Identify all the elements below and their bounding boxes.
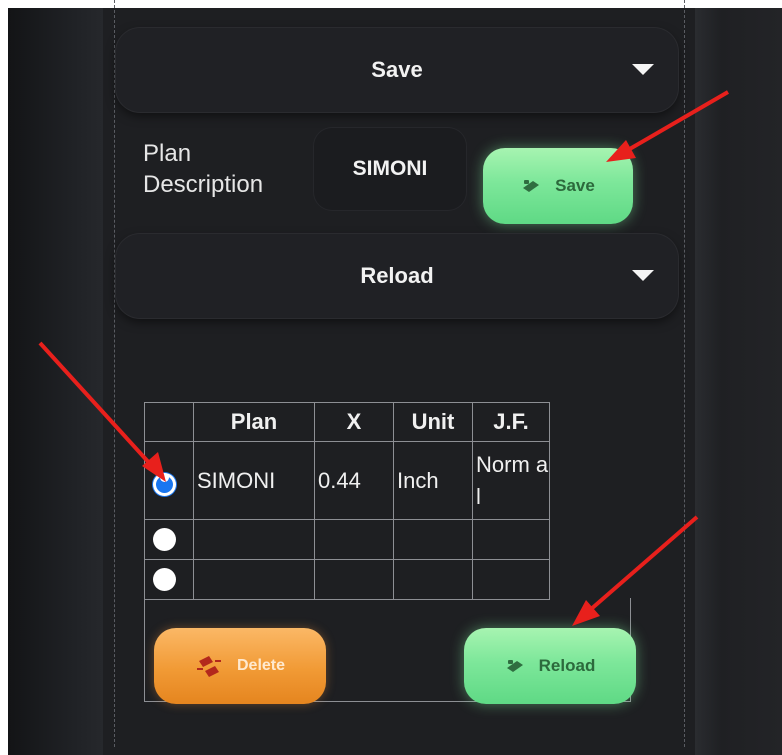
cell-jf xyxy=(472,519,550,560)
header-x: X xyxy=(314,402,394,442)
caret-down-icon xyxy=(632,270,654,281)
delete-button-label: Delete xyxy=(236,657,286,674)
cell-x: 0.44 xyxy=(314,441,394,520)
reload-button-label: Reload xyxy=(538,656,596,675)
reload-dropdown[interactable]: Reload xyxy=(116,234,678,318)
right-shade xyxy=(695,8,782,755)
cell-jf xyxy=(472,559,550,600)
panel-divider-right xyxy=(684,0,685,747)
cell-plan: SIMONI xyxy=(193,441,315,520)
cell-x xyxy=(314,519,394,560)
row-select-cell xyxy=(144,519,194,560)
cell-unit: Inch xyxy=(393,441,473,520)
save-dropdown[interactable]: Save xyxy=(116,28,678,112)
plan-description-input[interactable]: SIMONI xyxy=(314,128,466,210)
reload-button[interactable]: Reload xyxy=(464,628,636,704)
delete-icon xyxy=(196,656,221,677)
table-row[interactable] xyxy=(144,559,550,600)
plan-description-value: SIMONI xyxy=(352,157,428,180)
save-button[interactable]: Save xyxy=(483,148,633,224)
row-radio[interactable] xyxy=(153,472,176,496)
cell-unit xyxy=(393,519,473,560)
delete-button[interactable]: Delete xyxy=(154,628,326,704)
cell-jf: Norm al xyxy=(472,441,550,520)
header-select xyxy=(144,402,194,442)
table-row[interactable]: SIMONI 0.44 Inch Norm al xyxy=(144,441,550,520)
header-unit: Unit xyxy=(393,402,473,442)
caret-down-icon xyxy=(632,64,654,75)
header-plan: Plan xyxy=(193,402,315,442)
cell-plan xyxy=(193,559,315,600)
row-radio[interactable] xyxy=(153,528,176,551)
row-select-cell xyxy=(144,559,194,600)
reload-dropdown-label: Reload xyxy=(360,263,434,288)
tag-icon xyxy=(506,660,523,672)
plans-table: Plan X Unit J.F. SIMONI 0.44 Inch Norm a… xyxy=(144,402,550,600)
save-dropdown-label: Save xyxy=(371,57,423,82)
panel-divider-left xyxy=(114,0,115,747)
table-header-row: Plan X Unit J.F. xyxy=(144,402,550,442)
cell-unit xyxy=(393,559,473,600)
left-shade xyxy=(8,8,103,755)
cell-x xyxy=(314,559,394,600)
plan-description-label: Plan Description xyxy=(143,140,264,198)
row-select-cell xyxy=(144,441,194,520)
tag-icon xyxy=(523,180,540,192)
save-button-label: Save xyxy=(555,176,595,195)
header-jf: J.F. xyxy=(472,402,550,442)
row-radio[interactable] xyxy=(153,568,176,591)
cell-plan xyxy=(193,519,315,560)
table-row[interactable] xyxy=(144,519,550,560)
